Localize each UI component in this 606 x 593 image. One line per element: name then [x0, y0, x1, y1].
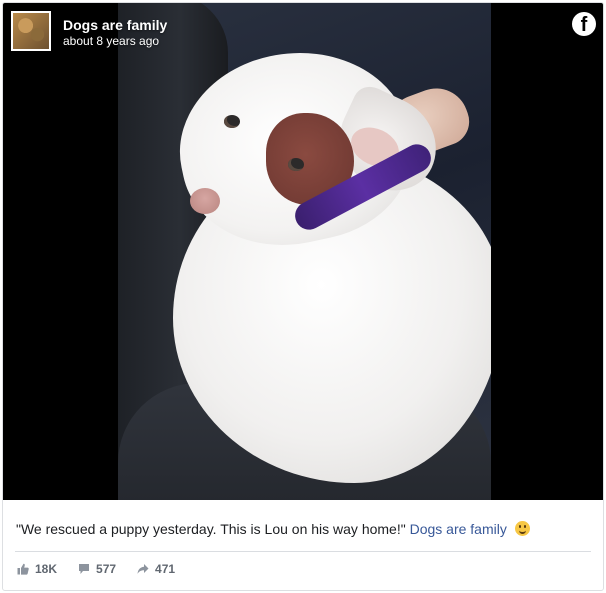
smiley-face-icon — [514, 521, 530, 536]
facebook-logo-icon[interactable]: f — [572, 12, 596, 36]
caption-text: "We rescued a puppy yesterday. This is L… — [16, 521, 406, 537]
shares-stat[interactable]: 471 — [137, 562, 175, 576]
photo-dog-eye-right — [288, 158, 304, 171]
thumbs-up-icon — [17, 563, 29, 575]
page-avatar[interactable] — [11, 11, 51, 51]
post-stats: 18K 577 471 — [17, 562, 196, 576]
comments-stat[interactable]: 577 — [78, 562, 116, 576]
post-media[interactable]: Dogs are family about 8 years ago f — [3, 3, 603, 500]
post-photo[interactable] — [118, 3, 491, 500]
likes-count: 18K — [35, 562, 58, 576]
post-caption: "We rescued a puppy yesterday. This is L… — [16, 520, 596, 538]
post-timestamp[interactable]: about 8 years ago — [63, 34, 167, 49]
divider — [15, 551, 591, 552]
caption-page-link[interactable]: Dogs are family — [410, 521, 507, 537]
shares-count: 471 — [155, 562, 176, 576]
post-header: Dogs are family about 8 years ago — [11, 11, 167, 51]
photo-dog-nose — [190, 188, 220, 214]
embedded-post-card: Dogs are family about 8 years ago f "We … — [2, 2, 604, 591]
page-name-link[interactable]: Dogs are family — [63, 17, 167, 34]
photo-dog-eye-left — [224, 115, 240, 128]
post-header-titles: Dogs are family about 8 years ago — [63, 17, 167, 49]
likes-stat[interactable]: 18K — [17, 562, 57, 576]
comments-count: 577 — [96, 562, 117, 576]
share-arrow-icon — [137, 564, 149, 574]
comment-icon — [79, 564, 90, 574]
